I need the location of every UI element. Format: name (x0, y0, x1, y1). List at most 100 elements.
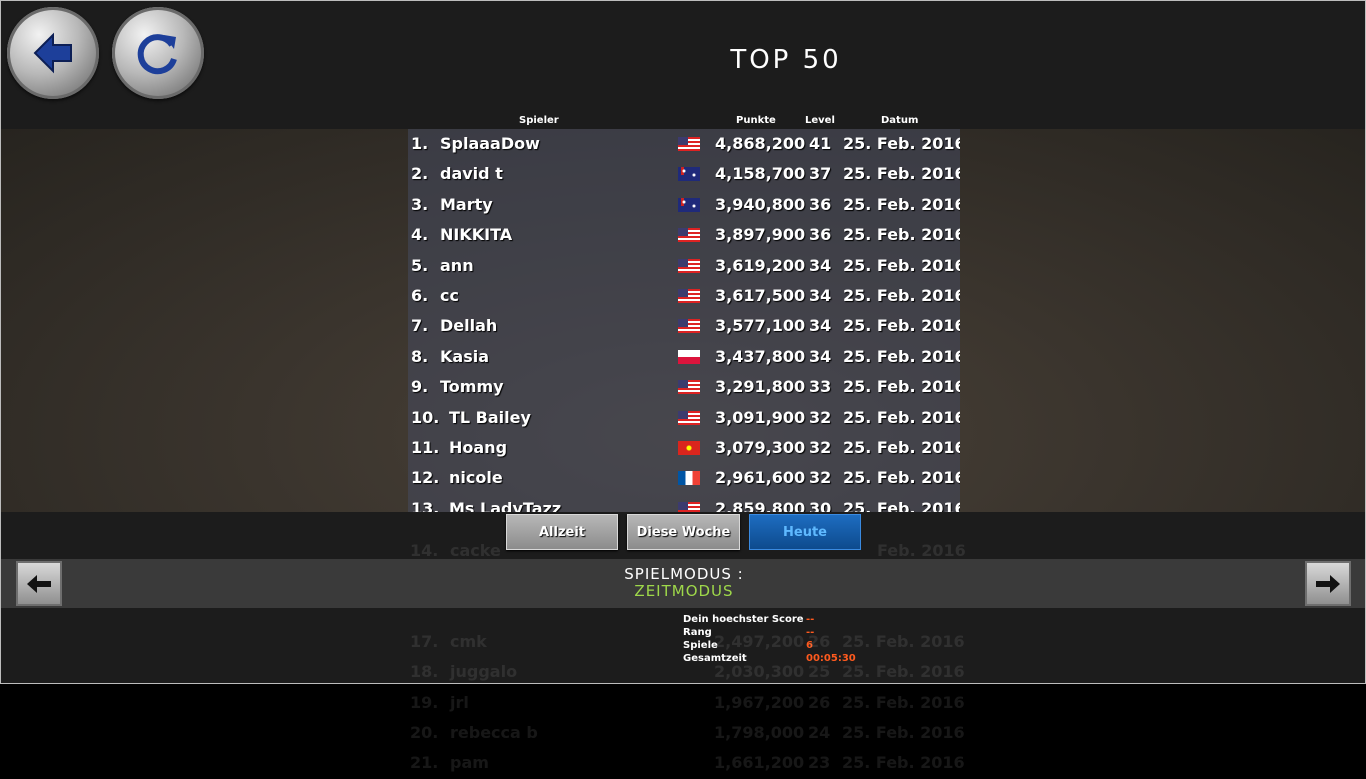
row-level: 32 (809, 438, 832, 457)
row-player-name: Marty (440, 194, 493, 214)
table-row[interactable]: 12. nicole 2,961,600 32 25. Feb. 2016 (408, 464, 960, 494)
faded-row: 20. rebecca b 1,798,000 24 25. Feb. 2016 (407, 719, 967, 749)
back-button[interactable] (7, 7, 99, 99)
row-points: 2,859,800 (715, 498, 806, 512)
flag-us-icon (678, 258, 700, 273)
faded-row-points: 1,798,000 (714, 723, 805, 742)
col-points: Punkte (736, 115, 776, 126)
faded-row-rank: 21. (410, 753, 439, 772)
faded-row-name: pam (450, 753, 489, 772)
col-player: Spieler (519, 115, 559, 126)
row-date: 25. Feb. 2016 (843, 377, 960, 397)
row-player-name: Hoang (449, 438, 508, 457)
row-player-name: cc (440, 286, 459, 305)
row-points: 3,897,900 (715, 225, 806, 245)
row-rank: 8. (411, 346, 429, 366)
faded-row-rank: 20. (410, 723, 439, 742)
flag-us-icon (678, 137, 700, 151)
faded-row: 17. cmk 2,497,200 26 25. Feb. 2016 (407, 628, 967, 658)
row-rank: 2. (411, 164, 429, 184)
row-points: 3,079,300 (715, 438, 806, 457)
row-rank: 5. (411, 255, 429, 275)
table-row[interactable]: 2. david t 4,158,700 37 25. Feb. 2016 (408, 160, 960, 190)
row-rank: 9. (411, 377, 429, 397)
faded-row-name: cacke (450, 541, 501, 560)
refresh-icon (137, 34, 177, 75)
mode-prev-button[interactable] (16, 561, 62, 606)
row-player-name: david t (440, 164, 503, 184)
row-rank: 4. (411, 225, 429, 245)
faded-row-name: rebecca b (450, 723, 538, 742)
row-rank: 13. (411, 498, 440, 512)
row-level: 41 (809, 134, 832, 153)
faded-row-points: 2,497,200 (714, 632, 805, 651)
faded-row-level: 25 (808, 662, 831, 681)
table-row[interactable]: 6. cc 3,617,500 34 25. Feb. 2016 (408, 282, 960, 312)
arrow-right-icon (1316, 574, 1340, 593)
row-points: 3,617,500 (715, 286, 806, 305)
row-date: 25. Feb. 2016 (843, 346, 960, 366)
faded-row-date: 25. Feb. 2016 (842, 753, 965, 772)
table-row[interactable]: 10. TL Bailey 3,091,900 32 25. Feb. 2016 (408, 404, 960, 434)
faded-row-level: 26 (808, 693, 831, 712)
faded-row-date: 25. Feb. 2016 (842, 662, 965, 681)
row-points: 2,961,600 (715, 468, 806, 488)
row-player-name: nicole (449, 468, 503, 488)
row-points: 3,577,100 (715, 316, 806, 336)
col-date: Datum (881, 115, 919, 126)
table-row[interactable]: 11. Hoang 3,079,300 32 25. Feb. 2016 (408, 434, 960, 464)
row-level: 34 (809, 286, 832, 305)
row-date: 25. Feb. 2016 (843, 468, 960, 488)
faded-row-date: 25. Feb. 2016 (842, 723, 965, 742)
row-points: 3,619,200 (715, 255, 806, 275)
table-row[interactable]: 5. ann 3,619,200 34 25. Feb. 2016 (408, 252, 960, 282)
faded-overflow-rows: 14. cacke Feb. 2016 17. cmk 2,497,200 26 25. Fe… (407, 520, 967, 772)
row-date: 25. Feb. 2016 (843, 407, 960, 427)
row-player-name: Ms LadyTazz (449, 498, 562, 512)
table-row[interactable]: 9. Tommy 3,291,800 33 25. Feb. 2016 (408, 373, 960, 403)
row-points: 3,940,800 (715, 194, 806, 214)
faded-row-name: cmk (450, 632, 487, 651)
flag-fr-icon (678, 471, 700, 486)
flag-us-icon (678, 228, 700, 243)
table-row[interactable]: 13. Ms LadyTazz 2,859,800 30 25. Feb. 2016 (408, 495, 960, 512)
row-date: 25. Feb. 2016 (843, 255, 960, 275)
row-rank: 3. (411, 194, 429, 214)
refresh-button[interactable] (112, 7, 204, 99)
table-row[interactable]: 7. Dellah 3,577,100 34 25. Feb. 2016 (408, 312, 960, 342)
flag-us-icon (678, 501, 700, 512)
arrow-left-icon (27, 574, 51, 593)
row-rank: 11. (411, 438, 440, 457)
row-rank: 12. (411, 468, 440, 488)
row-level: 34 (809, 346, 832, 366)
row-level: 32 (809, 407, 832, 427)
faded-row-rank: 18. (410, 662, 439, 681)
row-player-name: SplaaaDow (440, 134, 540, 153)
flag-au-icon (678, 167, 700, 182)
table-row[interactable]: 4. NIKKITA 3,897,900 36 25. Feb. 2016 (408, 221, 960, 251)
row-date: 25. Feb. 2016 (843, 316, 960, 336)
col-level: Level (805, 115, 835, 126)
row-level: 33 (809, 377, 832, 397)
leaderboard-table[interactable]: 1. SplaaaDow 4,868,200 41 25. Feb. 2016 2. dav… (408, 129, 960, 512)
table-row[interactable]: 1. SplaaaDow 4,868,200 41 25. Feb. 2016 (408, 130, 960, 160)
row-player-name: NIKKITA (440, 225, 513, 245)
faded-row: 14. cacke Feb. 2016 (407, 537, 967, 567)
mode-next-button[interactable] (1305, 561, 1351, 606)
table-row[interactable]: 3. Marty 3,940,800 36 25. Feb. 2016 (408, 191, 960, 221)
row-points: 4,868,200 (715, 134, 806, 153)
table-row[interactable]: 8. Kasia 3,437,800 34 25. Feb. 2016 (408, 343, 960, 373)
row-player-name: Kasia (440, 346, 489, 366)
row-points: 4,158,700 (715, 164, 806, 184)
row-points: 3,437,800 (715, 346, 806, 366)
page-title: TOP 50 (730, 45, 842, 75)
row-date: 25. Feb. 2016 (843, 164, 960, 184)
row-player-name: TL Bailey (449, 407, 531, 427)
faded-row-points: 1,967,200 (714, 693, 805, 712)
row-player-name: Tommy (440, 377, 504, 397)
row-level: 32 (809, 468, 832, 488)
flag-us-icon (678, 319, 700, 334)
row-date: 25. Feb. 2016 (843, 498, 960, 512)
flag-au-icon (678, 197, 700, 212)
row-player-name: ann (440, 255, 474, 275)
